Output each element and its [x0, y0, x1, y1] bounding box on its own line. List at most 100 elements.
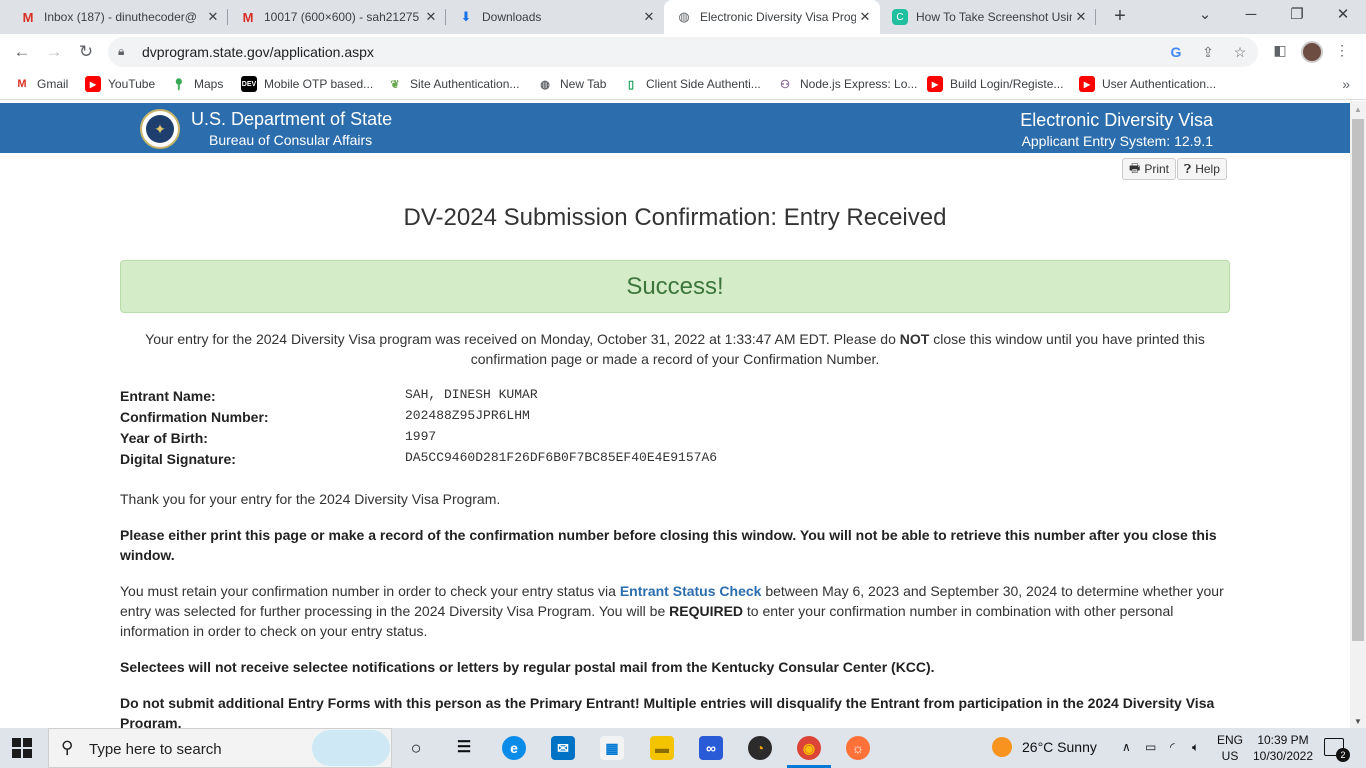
minimize-button[interactable]: ─: [1228, 0, 1274, 34]
avatar[interactable]: [1301, 41, 1323, 63]
notification-center-icon[interactable]: 2: [1324, 738, 1350, 762]
file-explorer-icon[interactable]: ▬: [650, 736, 674, 760]
notification-count-badge: 2: [1336, 748, 1350, 762]
bookmark-client-side[interactable]: ▯ Client Side Authenti...: [623, 76, 761, 92]
more-bookmarks-icon[interactable]: »: [1342, 76, 1350, 92]
tab-title: 10017 (600×600) - sah21275: [264, 10, 420, 24]
share-icon[interactable]: ⇪: [1198, 42, 1218, 62]
taskbar-clock[interactable]: 10:39 PM 10/30/2022: [1248, 732, 1318, 764]
firefox-icon[interactable]: ☼: [846, 736, 870, 760]
mail-icon[interactable]: ✉: [551, 736, 575, 760]
battery-icon[interactable]: ▭: [1145, 740, 1156, 754]
detail-label: Digital Signature:: [120, 451, 236, 467]
back-button[interactable]: ←: [10, 40, 34, 64]
close-icon[interactable]: ✕: [422, 9, 440, 25]
bookmark-gmail[interactable]: M Gmail: [14, 76, 68, 92]
speed-app-icon[interactable]: ◔: [748, 736, 772, 760]
close-icon[interactable]: ✕: [1072, 9, 1090, 25]
bookmark-label: Site Authentication...: [410, 77, 520, 91]
side-panel-icon[interactable]: ◧: [1270, 42, 1290, 62]
year-of-birth-value: 1997: [405, 429, 437, 444]
close-icon[interactable]: ✕: [204, 9, 222, 25]
bookmark-new-tab[interactable]: ◍ New Tab: [537, 76, 606, 92]
bookmark-star-icon[interactable]: ☆: [1230, 42, 1250, 62]
close-icon[interactable]: ✕: [856, 9, 874, 25]
tab-title: How To Take Screenshot Usin: [916, 10, 1072, 24]
app-icon[interactable]: ∞: [699, 736, 723, 760]
page-scrollbar[interactable]: ▲ ▼: [1350, 101, 1366, 728]
scrollbar-thumb[interactable]: [1352, 119, 1364, 641]
scroll-down-icon[interactable]: ▼: [1354, 717, 1362, 726]
new-tab-button[interactable]: +: [1108, 5, 1132, 29]
tab-screenshot-article[interactable]: C How To Take Screenshot Usin ✕: [880, 0, 1096, 34]
edge-icon[interactable]: e: [502, 736, 526, 760]
search-highlight-image[interactable]: [312, 730, 390, 766]
menu-kebab-icon[interactable]: ⋮: [1332, 42, 1352, 62]
tab-title: Downloads: [482, 10, 542, 24]
language-code: ENG: [1216, 733, 1243, 747]
task-view-icon[interactable]: ○: [404, 736, 428, 760]
detail-label: Year of Birth:: [120, 430, 208, 446]
restore-button[interactable]: ❐: [1274, 0, 1320, 34]
weather-text[interactable]: 26°C Sunny: [1022, 739, 1097, 755]
weather-sun-icon[interactable]: [992, 737, 1012, 757]
bookmark-mobile-otp[interactable]: DEV Mobile OTP based...: [241, 76, 373, 92]
wifi-icon[interactable]: ◜: [1170, 740, 1175, 754]
selectees-paragraph: Selectees will not receive selectee noti…: [120, 659, 935, 675]
bookmark-user-auth[interactable]: ▶ User Authentication...: [1079, 76, 1216, 92]
region-code: US: [1221, 749, 1239, 763]
bookmark-maps[interactable]: 📍︎ Maps: [171, 76, 223, 92]
chrome-icon[interactable]: ◉: [797, 736, 821, 760]
print-button[interactable]: 🖶︎ Print: [1122, 158, 1177, 180]
tab-diversity-visa[interactable]: ◍ Electronic Diversity Visa Prog ✕: [664, 0, 880, 34]
globe-icon: ◍: [678, 9, 690, 24]
search-icon: ⚲: [61, 738, 74, 757]
close-icon[interactable]: ✕: [640, 9, 658, 25]
forward-button[interactable]: →: [42, 40, 66, 64]
retain-paragraph: You must retain your confirmation number…: [120, 581, 1230, 641]
address-bar[interactable]: 🔒︎ dvprogram.state.gov/application.aspx …: [108, 37, 1258, 67]
show-hidden-icons-chevron[interactable]: ∧: [1122, 740, 1131, 754]
lock-icon[interactable]: 🔒︎: [118, 44, 124, 59]
print-icon: 🖶︎: [1129, 160, 1141, 175]
url-text[interactable]: dvprogram.state.gov/application.aspx: [142, 44, 374, 60]
reload-button[interactable]: ↻: [74, 40, 98, 64]
doc-icon: ▯: [627, 78, 635, 91]
department-name: U.S. Department of State: [191, 109, 393, 129]
bookmark-site-auth[interactable]: ❦ Site Authentication...: [387, 76, 519, 92]
store-icon[interactable]: ▦: [600, 736, 624, 760]
language-indicator[interactable]: ENG US: [1212, 732, 1248, 764]
tab-downloads[interactable]: ⬇ Downloads ✕: [446, 0, 664, 34]
bookmark-label: Mobile OTP based...: [264, 77, 374, 91]
bookmark-youtube[interactable]: ▶ YouTube: [85, 76, 155, 92]
google-translate-icon[interactable]: G: [1166, 42, 1186, 62]
youtube-icon: ▶: [85, 76, 101, 92]
no-additional-entries-paragraph: Do not submit additional Entry Forms wit…: [120, 695, 1215, 728]
widgets-icon[interactable]: ☰: [452, 736, 476, 760]
bookmark-build-login[interactable]: ▶ Build Login/Registe...: [927, 76, 1063, 92]
retain-text: You must retain your confirmation number…: [120, 583, 620, 599]
scroll-up-icon[interactable]: ▲: [1354, 105, 1362, 114]
site-icon: C: [892, 9, 908, 25]
help-button[interactable]: ❓︎ Help: [1177, 158, 1227, 180]
detail-label: Entrant Name:: [120, 388, 216, 404]
entrant-name-value: SAH, DINESH KUMAR: [405, 387, 538, 402]
print-label: Print: [1144, 162, 1170, 176]
digital-signature-value: DA5CC9460D281F26DF6B0F7BC85EF40E4E9157A6: [405, 450, 718, 465]
tab-separator: [1095, 9, 1096, 25]
bookmark-label: Client Side Authenti...: [646, 77, 761, 91]
tab-image[interactable]: M 10017 (600×600) - sah21275 ✕: [228, 0, 446, 34]
received-emphasis: NOT: [899, 331, 930, 347]
volume-icon[interactable]: 🔈︎: [1192, 740, 1199, 755]
tab-search-button[interactable]: ⌄: [1182, 0, 1228, 34]
detail-row-entrant-name: Entrant Name: SAH, DINESH KUMAR: [120, 385, 1020, 406]
bookmark-label: User Authentication...: [1102, 77, 1217, 91]
entrant-status-check-link[interactable]: Entrant Status Check: [620, 583, 762, 599]
bookmark-nodejs[interactable]: ⚇ Node.js Express: Lo...: [777, 76, 917, 92]
windows-start-button[interactable]: [12, 738, 32, 758]
close-window-button[interactable]: ✕: [1320, 0, 1366, 34]
tab-title: Electronic Diversity Visa Prog: [700, 10, 856, 24]
bookmark-label: Build Login/Registe...: [950, 77, 1064, 91]
bookmarks-bar: M Gmail ▶ YouTube 📍︎ Maps DEV Mobile OTP…: [0, 70, 1366, 100]
tab-inbox[interactable]: M Inbox (187) - dinuthecoder@ ✕: [8, 0, 228, 34]
